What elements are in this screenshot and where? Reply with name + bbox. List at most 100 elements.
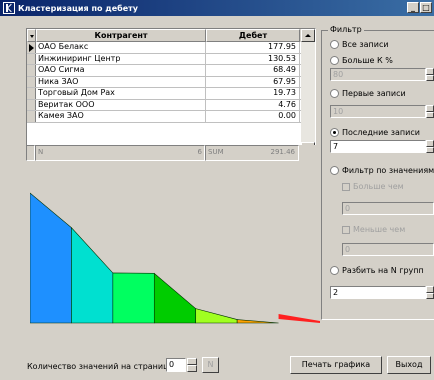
title-bar: Кластеризация по дебету _ □	[0, 0, 434, 16]
cell-debit[interactable]: 4.76	[206, 99, 300, 110]
first-records-spinner[interactable]	[426, 105, 434, 118]
row-indicator[interactable]	[27, 76, 36, 87]
more-than-box[interactable]	[342, 182, 350, 191]
footer-n-value: 6	[197, 148, 202, 156]
chart-segment	[30, 192, 72, 324]
cell-debit[interactable]: 0.00	[206, 111, 300, 122]
checkbox-less-than[interactable]: Меньше чем	[342, 225, 405, 234]
filter-legend: Фильтр	[328, 25, 364, 34]
minimize-button[interactable]: _	[407, 2, 419, 13]
radio-split-label: Разбить на N групп	[342, 266, 424, 275]
radio-last-dot[interactable]	[330, 128, 339, 137]
radio-split-groups[interactable]: Разбить на N групп	[330, 266, 424, 275]
radio-filter-by-values[interactable]: Фильтр по значениям	[330, 166, 434, 175]
more-than-input[interactable]: 0	[342, 202, 434, 215]
grid-header: Контрагент Дебет	[27, 29, 315, 42]
radio-greater-k-dot[interactable]	[330, 56, 339, 65]
table-row[interactable]: Торговый Дом Рах 19.73	[27, 88, 315, 100]
cell-counterparty[interactable]: Веритак ООО	[36, 99, 206, 110]
cell-debit[interactable]: 19.73	[206, 88, 300, 99]
main-window: Кластеризация по дебету _ □ Контрагент Д…	[0, 0, 434, 380]
grid-indicator-header[interactable]	[27, 29, 36, 42]
maximize-button[interactable]: □	[420, 2, 432, 13]
table-row[interactable]: Инжиниринг Центр 130.53	[27, 53, 315, 65]
radio-last-label: Последние записи	[342, 128, 420, 137]
row-indicator[interactable]	[27, 42, 36, 53]
radio-values-label: Фильтр по значениям	[342, 166, 434, 175]
radio-all-label: Все записи	[342, 40, 389, 49]
grid-body: ОАО Белакс 177.95 Инжиниринг Центр 130.53 ОА…	[27, 42, 315, 123]
table-row[interactable]: Ника ЗАО 67.95	[27, 76, 315, 88]
row-indicator[interactable]	[27, 88, 36, 99]
cell-counterparty[interactable]: Камея ЗАО	[36, 111, 206, 122]
table-row[interactable]: Камея ЗАО 0.00	[27, 111, 315, 123]
split-groups-spinner[interactable]	[426, 286, 434, 299]
radio-all-records[interactable]: Все записи	[330, 40, 389, 49]
more-than-label: Больше чем	[353, 182, 404, 191]
n-button[interactable]: N	[202, 357, 219, 373]
grid-scrollbar[interactable]	[301, 29, 315, 157]
exit-button[interactable]: Выход	[387, 356, 431, 374]
column-header-counterparty[interactable]: Контрагент	[36, 29, 206, 42]
table-row[interactable]: ОАО Сигма 68.49	[27, 65, 315, 77]
chart-segment	[112, 272, 155, 324]
radio-values-dot[interactable]	[330, 166, 339, 175]
cell-counterparty[interactable]: Инжиниринг Центр	[36, 53, 206, 64]
radio-last-records[interactable]: Последние записи	[330, 128, 420, 137]
last-records-spinner[interactable]	[426, 140, 434, 153]
chart-segment	[195, 308, 238, 324]
row-indicator[interactable]	[27, 99, 36, 110]
less-than-label: Меньше чем	[353, 225, 406, 234]
split-groups-input[interactable]: 2	[330, 286, 426, 299]
radio-greater-k[interactable]: Больше К %	[330, 56, 393, 65]
footer-n-label: N	[38, 148, 44, 156]
cell-counterparty[interactable]: ОАО Белакс	[36, 42, 206, 53]
cell-debit[interactable]: 68.49	[206, 65, 300, 76]
radio-all-dot[interactable]	[330, 40, 339, 49]
per-page-label: Количество значений на странице	[27, 362, 174, 371]
current-row-icon	[29, 44, 34, 52]
first-records-input[interactable]: 10	[330, 105, 426, 118]
grid-footer: N 6 SUM 291.46	[26, 145, 316, 161]
greater-k-input[interactable]: 80	[330, 68, 426, 81]
per-page-input[interactable]: 0	[166, 358, 186, 372]
column-header-debit[interactable]: Дебет	[206, 29, 300, 42]
window-title: Кластеризация по дебету	[18, 3, 138, 13]
per-page-spinner[interactable]	[187, 358, 197, 372]
greater-k-spinner[interactable]	[426, 68, 434, 81]
footer-count: N 6	[35, 145, 205, 161]
less-than-box[interactable]	[342, 225, 350, 234]
cell-counterparty[interactable]: Торговый Дом Рах	[36, 88, 206, 99]
footer-indicator	[26, 145, 35, 161]
cell-debit[interactable]: 67.95	[206, 76, 300, 87]
radio-first-label: Первые записи	[342, 89, 406, 98]
print-chart-button[interactable]: Печать графика	[290, 356, 382, 374]
less-than-input[interactable]: 0	[342, 243, 434, 256]
scroll-track[interactable]	[301, 42, 315, 142]
footer-sum-label: SUM	[208, 148, 224, 156]
footer-sum: SUM 291.46	[205, 145, 299, 161]
footer-sum-value: 291.46	[270, 148, 296, 156]
app-icon	[3, 2, 15, 14]
row-indicator[interactable]	[27, 53, 36, 64]
radio-first-records[interactable]: Первые записи	[330, 89, 406, 98]
radio-first-dot[interactable]	[330, 89, 339, 98]
chart-segment	[278, 314, 320, 323]
cell-counterparty[interactable]: Ника ЗАО	[36, 76, 206, 87]
checkbox-more-than[interactable]: Больше чем	[342, 182, 404, 191]
cell-debit[interactable]: 177.95	[206, 42, 300, 53]
last-records-input[interactable]: 7	[330, 140, 426, 153]
cell-debit[interactable]: 130.53	[206, 53, 300, 64]
table-row[interactable]: ОАО Белакс 177.95	[27, 42, 315, 54]
debit-chart	[30, 192, 320, 324]
row-indicator[interactable]	[27, 65, 36, 76]
radio-split-dot[interactable]	[330, 266, 339, 275]
chart-segment	[236, 319, 279, 324]
row-indicator[interactable]	[27, 111, 36, 122]
chart-segment	[71, 226, 114, 324]
cell-counterparty[interactable]: ОАО Сигма	[36, 65, 206, 76]
radio-greater-k-label: Больше К %	[342, 56, 393, 65]
scroll-up-icon[interactable]	[301, 29, 315, 42]
table-row[interactable]: Веритак ООО 4.76	[27, 99, 315, 111]
data-grid[interactable]: Контрагент Дебет ОАО Белакс 177.95 Инжинир…	[26, 28, 316, 158]
